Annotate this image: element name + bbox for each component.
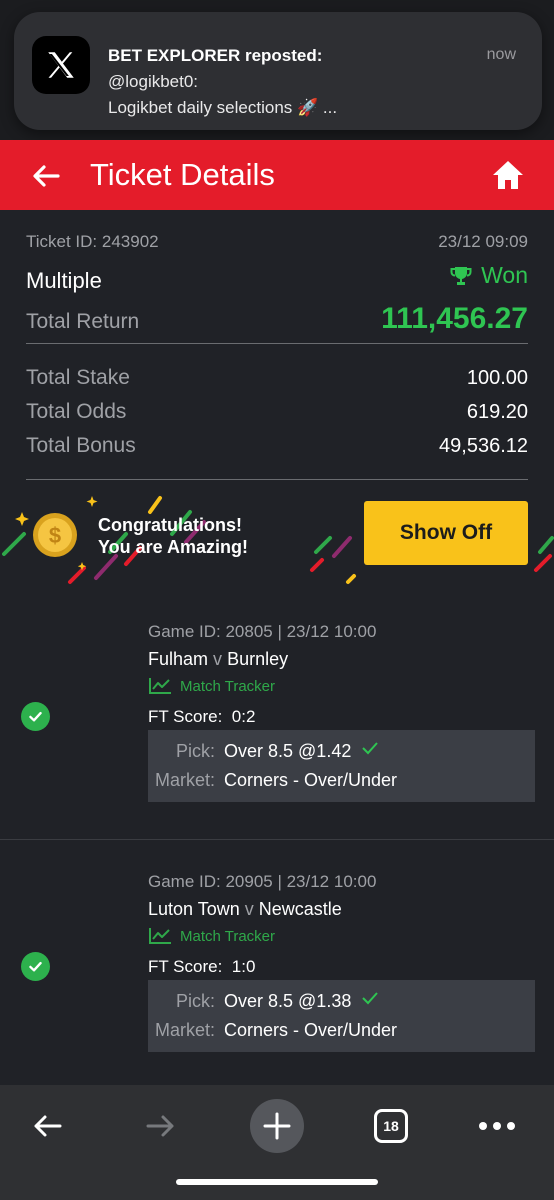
pick-box: Pick: Over 8.5 @1.42 Market: Corners - O…: [148, 730, 535, 802]
market-value: Corners - Over/Under: [224, 1020, 398, 1040]
status-badge: Won: [449, 262, 528, 289]
congrats-line-2: You are Amazing!: [98, 537, 249, 557]
show-off-button[interactable]: Show Off: [364, 501, 528, 565]
total-stake-value: 100.00: [466, 367, 528, 389]
chart-line-icon: [149, 928, 171, 944]
pick-label: Pick:: [175, 991, 215, 1011]
market-label: Market:: [154, 1020, 215, 1040]
check-icon: [362, 742, 379, 755]
congrats-text: Congratulations! You are Amazing!: [98, 514, 248, 558]
new-tab-button[interactable]: [250, 1099, 304, 1153]
check-circle-icon: [21, 702, 50, 731]
congrats-banner: $ Congratulations! You are Amazing! Show…: [0, 482, 554, 590]
vs-label: v: [244, 899, 254, 919]
away-team: Burnley: [227, 649, 289, 669]
game-id: Game ID: 20905 | 23/12 10:00: [148, 872, 377, 891]
ft-score-label: FT Score:: [148, 957, 223, 976]
ft-score: FT Score: 1:0: [148, 957, 255, 977]
chart-line-icon: [149, 678, 171, 694]
browser-forward-button[interactable]: [134, 1099, 188, 1153]
total-bonus-value: 49,536.12: [439, 435, 528, 457]
back-arrow-icon[interactable]: [30, 160, 62, 192]
total-return-value: 111,456.27: [381, 302, 528, 335]
notification-line-2: Logikbet daily selections 🚀 ...: [108, 98, 338, 117]
status-area: BET EXPLORER reposted: @logikbet0: Logik…: [0, 0, 554, 140]
svg-text:$: $: [49, 523, 61, 548]
home-indicator[interactable]: [176, 1179, 378, 1185]
check-icon: [362, 992, 379, 1005]
congrats-line-1: Congratulations!: [98, 515, 242, 535]
bet-type: Multiple: [26, 267, 102, 293]
match-teams: Luton Town v Newcastle: [148, 899, 342, 920]
divider: [26, 479, 528, 480]
more-dots-icon: [479, 1122, 515, 1130]
ticket-id: Ticket ID: 243902: [26, 232, 159, 251]
tabs-button[interactable]: 18: [364, 1099, 418, 1153]
match-tracker-label: Match Tracker: [180, 677, 276, 695]
check-circle-icon: [21, 952, 50, 981]
away-team: Newcastle: [258, 899, 342, 919]
status-text: Won: [481, 262, 528, 288]
home-icon[interactable]: [490, 157, 526, 193]
ft-score-label: FT Score:: [148, 707, 223, 726]
total-odds-value: 619.20: [466, 401, 528, 423]
match-tracker-label: Match Tracker: [180, 927, 276, 945]
notification-banner[interactable]: BET EXPLORER reposted: @logikbet0: Logik…: [14, 12, 542, 130]
notification-time: now: [486, 46, 516, 63]
ticket-date: 23/12 09:09: [438, 232, 528, 251]
tabs-count: 18: [374, 1109, 408, 1143]
total-stake-label: Total Stake: [26, 366, 130, 389]
trophy-icon: [450, 266, 472, 285]
pick-box: Pick: Over 8.5 @1.38 Market: Corners - O…: [148, 980, 535, 1052]
match-teams: Fulham v Burnley: [148, 649, 288, 670]
vs-label: v: [213, 649, 223, 669]
pick-label: Pick:: [175, 741, 215, 761]
app-header: Ticket Details: [0, 140, 554, 210]
match-tracker-link[interactable]: Match Tracker: [148, 927, 275, 945]
pick-value: Over 8.5 @1.38: [224, 991, 352, 1011]
total-return-label: Total Return: [26, 310, 140, 333]
more-menu-button[interactable]: [470, 1099, 524, 1153]
page-title: Ticket Details: [90, 157, 275, 192]
plus-icon: [263, 1112, 291, 1140]
ft-score-value: 0:2: [231, 707, 256, 726]
market-value: Corners - Over/Under: [224, 770, 398, 790]
ft-score-value: 1:0: [231, 957, 256, 976]
x-logo-icon: [32, 36, 90, 94]
browser-back-button[interactable]: [20, 1099, 74, 1153]
total-bonus-label: Total Bonus: [26, 434, 136, 457]
pick-value: Over 8.5 @1.42: [224, 741, 352, 761]
market-label: Market:: [154, 770, 215, 790]
ft-score: FT Score: 0:2: [148, 707, 255, 727]
home-team: Fulham: [148, 649, 209, 669]
home-team: Luton Town: [148, 899, 240, 919]
back-arrow-icon: [34, 1115, 62, 1137]
selection-card: Game ID: 20905 | 23/12 10:00 Luton Town …: [0, 840, 554, 1085]
notification-line-1: @logikbet0:: [108, 72, 199, 91]
total-odds-label: Total Odds: [26, 400, 127, 423]
coin-icon: $: [33, 513, 77, 557]
selection-card: Game ID: 20805 | 23/12 10:00 Fulham v Bu…: [0, 590, 554, 840]
match-tracker-link[interactable]: Match Tracker: [148, 677, 275, 695]
forward-arrow-icon: [146, 1115, 174, 1137]
notification-title: BET EXPLORER reposted:: [108, 46, 323, 65]
divider: [26, 343, 528, 344]
game-id: Game ID: 20805 | 23/12 10:00: [148, 622, 377, 641]
